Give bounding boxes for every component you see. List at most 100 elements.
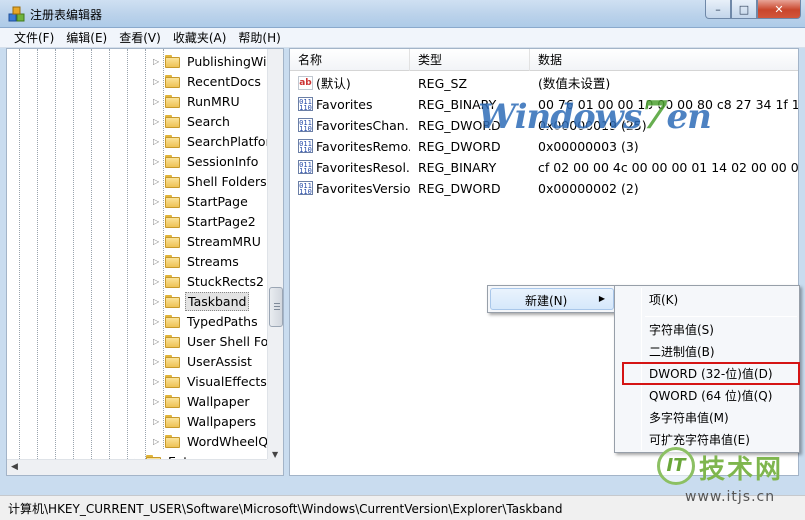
tree-expand-arrow-icon[interactable]: ▷ — [153, 437, 161, 446]
tree-item[interactable]: ▷ StartPage2 — [7, 211, 258, 231]
tree-item[interactable]: ▷ RecentDocs — [7, 71, 263, 91]
tree-expand-arrow-icon[interactable]: ▷ — [153, 377, 161, 386]
maximize-button[interactable]: □ — [731, 0, 757, 19]
menu-favorites[interactable]: 收藏夹(A) — [167, 28, 233, 48]
windows7en-watermark-logo: Windows7en — [478, 92, 712, 137]
tree-expand-arrow-icon[interactable]: ▷ — [153, 197, 161, 206]
minimize-button[interactable]: – — [705, 0, 731, 19]
list-header: 名称 类型 数据 — [290, 49, 798, 71]
tree-item[interactable]: ▷ PublishingWizard — [7, 51, 283, 71]
value-data-cell: (数值未设置) — [538, 76, 611, 91]
registry-value-row[interactable]: ab (默认) REG_SZ (数值未设置) — [290, 73, 798, 94]
tree-expand-arrow-icon[interactable]: ▷ — [153, 357, 161, 366]
tree-expand-arrow-icon[interactable]: ▷ — [153, 137, 161, 146]
value-data-cell: 0x00000003 (3) — [538, 139, 639, 154]
menu-edit[interactable]: 编辑(E) — [60, 28, 113, 48]
submenu-item-qword-value[interactable]: QWORD (64 位)值(Q) — [649, 386, 772, 406]
tree-item[interactable]: ▷User Shell Folders — [7, 331, 283, 351]
folder-icon — [165, 134, 181, 148]
menu-help[interactable]: 帮助(H) — [232, 28, 286, 48]
tree-item-label: SessionInfo — [187, 153, 259, 169]
registry-tree-pane[interactable]: ▷ PublishingWizard ▷ RecentDocs ▷ RunMRU ▷ Sear… — [6, 48, 284, 476]
submenu-arrow-icon: ▶ — [598, 294, 605, 303]
value-name-cell: Favorites — [316, 97, 373, 112]
tree-item[interactable]: ▷ Search — [7, 111, 232, 131]
submenu-item-key[interactable]: 项(K) — [649, 290, 678, 310]
tree-expand-arrow-icon[interactable]: ▷ — [153, 177, 161, 186]
tree-item[interactable]: ▷ Shell Folders — [7, 171, 269, 191]
tree-expand-arrow-icon[interactable]: ▷ — [153, 277, 161, 286]
folder-icon — [165, 174, 181, 188]
tree-item[interactable]: ▷ Wallpaper — [7, 391, 252, 411]
binary-value-icon: 011 110 — [298, 160, 313, 175]
tree-expand-arrow-icon[interactable]: ▷ — [153, 77, 161, 86]
scrollbar-thumb[interactable] — [269, 287, 283, 327]
folder-icon — [165, 194, 181, 208]
registry-value-row[interactable]: 011 110 FavoritesVersion REG_DWORD 0x0000000… — [290, 178, 798, 199]
folder-icon — [165, 354, 181, 368]
value-name-cell: FavoritesChan... — [316, 118, 410, 133]
tree-item[interactable]: ▷ Wallpapers — [7, 411, 258, 431]
folder-icon — [165, 294, 181, 308]
window-controls: – □ ✕ — [705, 0, 801, 20]
tree-item[interactable]: ▷ TypedPaths — [7, 311, 260, 331]
folder-icon — [165, 94, 181, 108]
tree-expand-arrow-icon[interactable]: ▷ — [153, 237, 161, 246]
column-data[interactable]: 数据 — [530, 49, 798, 71]
tree-item[interactable]: ▷ RunMRU — [7, 91, 242, 111]
folder-icon — [165, 274, 181, 288]
menu-file[interactable]: 文件(F) — [8, 28, 60, 48]
submenu-item-string-value[interactable]: 字符串值(S) — [649, 320, 714, 340]
folder-icon — [165, 314, 181, 328]
tree-horizontal-scrollbar[interactable]: ◀ — [7, 459, 269, 475]
tree-expand-arrow-icon[interactable]: ▷ — [153, 157, 161, 166]
folder-icon — [165, 54, 181, 68]
binary-value-icon: 011 110 — [298, 118, 313, 133]
binary-value-icon: 011 110 — [298, 181, 313, 196]
tree-item[interactable]: ▷WordWheelQuery — [7, 431, 283, 451]
menu-item-new[interactable]: 新建(N) ▶ — [490, 288, 614, 310]
folder-icon — [165, 234, 181, 248]
folder-icon — [165, 374, 181, 388]
tree-item[interactable]: ▷ StartPage — [7, 191, 250, 211]
registry-value-row[interactable]: 011 110 FavoritesRemo... REG_DWORD 0x0000000… — [290, 136, 798, 157]
value-name-cell: FavoritesResol... — [316, 160, 410, 175]
tree-vertical-scrollbar[interactable]: ▼ — [267, 49, 283, 461]
tree-expand-arrow-icon[interactable]: ▷ — [153, 97, 161, 106]
value-name-cell: FavoritesRemo... — [316, 139, 410, 154]
registry-value-row[interactable]: 011 110 FavoritesResol... REG_BINARY cf 02 0… — [290, 157, 798, 178]
submenu-item-multi-string-value[interactable]: 多字符串值(M) — [649, 408, 729, 428]
column-type[interactable]: 类型 — [410, 49, 530, 71]
value-type-cell: REG_DWORD — [418, 139, 501, 154]
tree-expand-arrow-icon[interactable]: ▷ — [153, 117, 161, 126]
tree-item[interactable]: ▷ Streams — [7, 251, 241, 271]
tree-item[interactable]: ▷ SessionInfo — [7, 151, 260, 171]
folder-icon — [165, 434, 181, 448]
tree-expand-arrow-icon[interactable]: ▷ — [153, 297, 161, 306]
string-value-icon: ab — [298, 76, 313, 90]
tree-expand-arrow-icon[interactable]: ▷ — [153, 57, 161, 66]
scroll-down-arrow-icon[interactable]: ▼ — [272, 450, 278, 459]
tree-expand-arrow-icon[interactable]: ▷ — [153, 417, 161, 426]
regedit-app-icon — [8, 6, 25, 22]
tree-expand-arrow-icon[interactable]: ▷ — [153, 257, 161, 266]
scroll-left-arrow-icon[interactable]: ◀ — [11, 462, 18, 472]
tree-expand-arrow-icon[interactable]: ▷ — [153, 337, 161, 346]
column-name[interactable]: 名称 — [290, 49, 410, 71]
value-type-cell: REG_SZ — [418, 76, 468, 91]
tree-expand-arrow-icon[interactable]: ▷ — [153, 397, 161, 406]
tree-item[interactable]: ▷ UserAssist — [7, 351, 254, 371]
close-button[interactable]: ✕ — [757, 0, 801, 19]
menu-view[interactable]: 查看(V) — [113, 28, 167, 48]
tree-item[interactable]: ▷ StuckRects2 — [7, 271, 266, 291]
tree-expand-arrow-icon[interactable]: ▷ — [153, 217, 161, 226]
tree-item[interactable]: ▷ StreamMRU — [7, 231, 263, 251]
tree-item[interactable]: ▷ Taskband — [7, 291, 250, 311]
tree-expand-arrow-icon[interactable]: ▷ — [153, 317, 161, 326]
folder-icon — [165, 214, 181, 228]
tree-item[interactable]: ▷ VisualEffects — [7, 371, 269, 391]
tree-item[interactable]: ▷ SearchPlatform — [7, 131, 283, 151]
submenu-item-binary-value[interactable]: 二进制值(B) — [649, 342, 715, 362]
registry-path: 计算机\HKEY_CURRENT_USER\Software\Microsoft… — [8, 502, 563, 516]
folder-icon — [165, 74, 181, 88]
